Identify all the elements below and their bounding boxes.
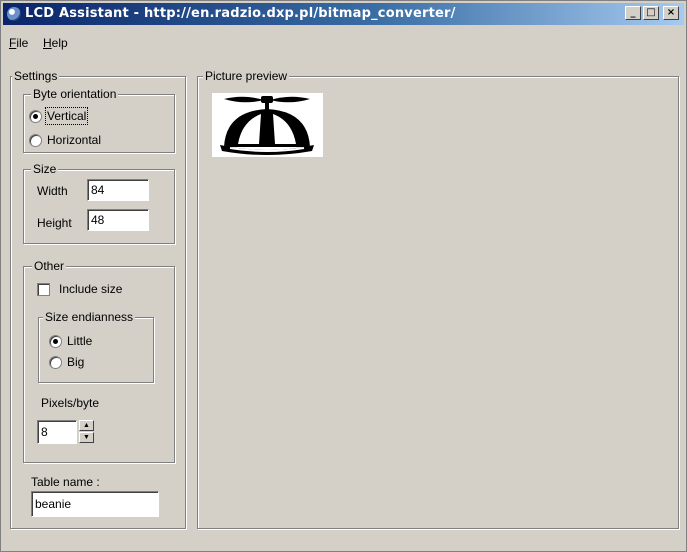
menu-file-label: ile: [16, 36, 29, 50]
menu-help-accel: H: [43, 36, 52, 50]
include-size-label[interactable]: Include size: [59, 282, 122, 296]
table-name-label: Table name :: [31, 475, 100, 489]
menu-bar: File Help: [3, 34, 684, 54]
height-label: Height: [37, 216, 72, 230]
menu-file[interactable]: File: [9, 36, 28, 50]
picture-preview-title: Picture preview: [203, 69, 290, 83]
settings-group-title: Settings: [12, 69, 60, 83]
radio-big[interactable]: [49, 356, 62, 369]
size-group-title: Size: [31, 162, 59, 176]
size-endianness-group: [38, 317, 154, 383]
close-button[interactable]: ×: [663, 6, 679, 20]
radio-big-label[interactable]: Big: [67, 355, 84, 369]
app-icon[interactable]: [7, 7, 21, 21]
other-group-title: Other: [32, 259, 67, 273]
pixels-per-byte-label: Pixels/byte: [41, 396, 100, 410]
title-bar[interactable]: LCD Assistant - http://en.radzio.dxp.pl/…: [3, 3, 684, 25]
radio-horizontal-label[interactable]: Horizontal: [47, 133, 101, 147]
height-field[interactable]: [87, 209, 149, 231]
byte-orientation-title: Byte orientation: [31, 87, 119, 101]
menu-help[interactable]: Help: [43, 36, 68, 50]
maximize-button[interactable]: □: [643, 6, 659, 20]
width-field[interactable]: [87, 179, 149, 201]
propeller-beanie-icon: [220, 96, 314, 155]
radio-little[interactable]: [49, 335, 62, 348]
pixels-per-byte-field[interactable]: [37, 420, 77, 444]
radio-horizontal[interactable]: [29, 134, 42, 147]
width-label: Width: [37, 184, 68, 198]
spin-up-button[interactable]: ▲: [79, 420, 94, 431]
window-title: LCD Assistant - http://en.radzio.dxp.pl/…: [25, 6, 456, 21]
include-size-checkbox[interactable]: [37, 283, 50, 296]
menu-help-label: elp: [51, 36, 68, 50]
radio-vertical-label[interactable]: Vertical: [44, 107, 89, 125]
radio-little-label[interactable]: Little: [67, 334, 92, 348]
size-endianness-title: Size endianness: [43, 310, 136, 324]
minimize-button[interactable]: _: [625, 6, 641, 20]
app-window: LCD Assistant - http://en.radzio.dxp.pl/…: [0, 0, 687, 552]
preview-canvas: [212, 93, 323, 157]
spin-down-button[interactable]: ▼: [79, 432, 94, 443]
radio-vertical[interactable]: [29, 110, 42, 123]
table-name-field[interactable]: [31, 491, 159, 517]
